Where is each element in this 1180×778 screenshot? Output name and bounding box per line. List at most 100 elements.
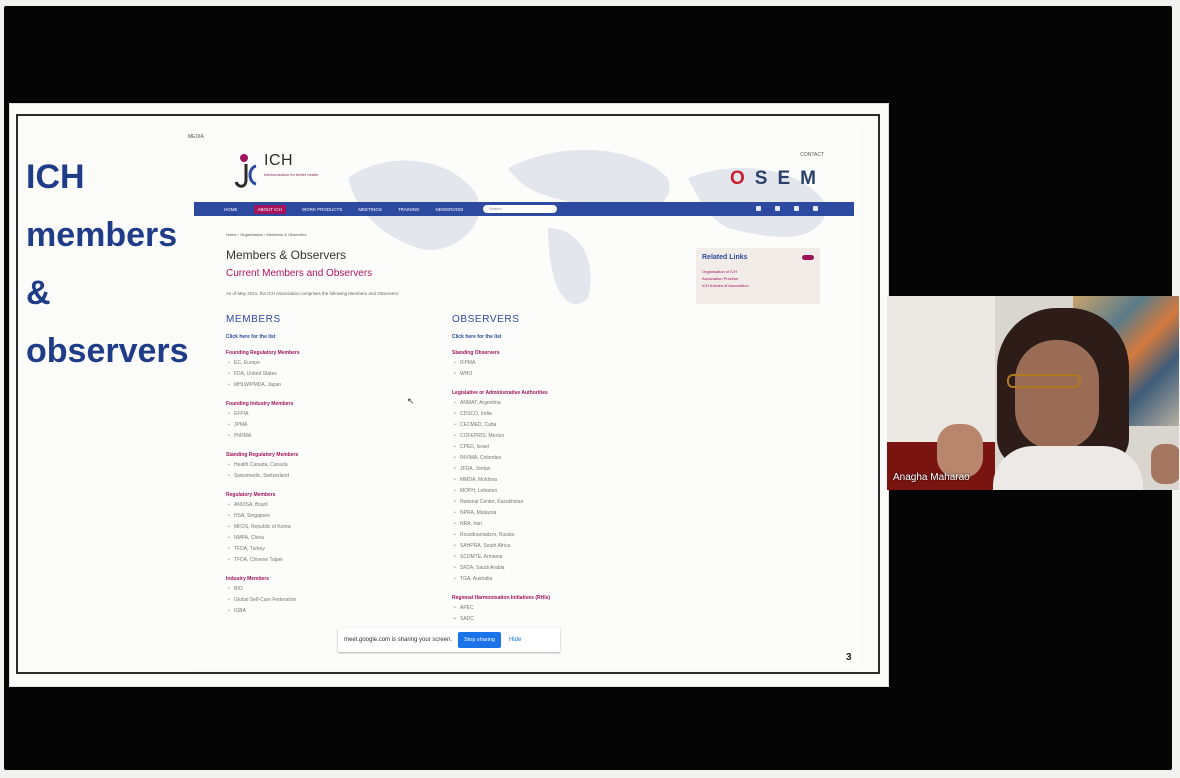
list-item[interactable]: National Center, Kazakhstan (452, 497, 672, 508)
list-item[interactable]: Global Self-Care Federation (226, 595, 446, 606)
list-item[interactable]: CDSCO, India (452, 409, 672, 420)
participant-video-tile[interactable]: Anagha Maharao (887, 296, 1179, 490)
list-item[interactable]: BIO (226, 584, 446, 595)
site-navbar: HOME ABOUT ICH WORK PRODUCTS MEETINGS TR… (194, 202, 854, 216)
list-item[interactable]: APEC (452, 603, 672, 614)
list-item[interactable]: SAHPRA, South Africa (452, 541, 672, 552)
list-item[interactable]: HSA, Singapore (226, 511, 446, 522)
logo-tagline: harmonisation for better health (264, 172, 319, 177)
group-title: Legislative or Administrative Authoritie… (452, 390, 548, 396)
list-item[interactable]: SCDMTE, Armenia (452, 552, 672, 563)
list-item[interactable]: EFPIA (226, 409, 446, 420)
osem-logo: OSEM (730, 168, 826, 189)
intro-text: As of May 2021, the ICH Association comp… (226, 291, 400, 296)
observers-list-link[interactable]: Click here for the list (452, 334, 672, 340)
slide-page-number: 3 (846, 652, 852, 663)
list-item[interactable]: MMDA, Moldova (452, 475, 672, 486)
media-link[interactable]: MEDIA (188, 134, 204, 140)
nav-work-products[interactable]: WORK PRODUCTS (302, 207, 343, 212)
related-links-box: Related Links Organisation of ICH Associ… (696, 248, 820, 304)
twitter-icon[interactable] (775, 206, 780, 211)
list-item[interactable]: WHO (452, 369, 672, 380)
list-item[interactable]: ANMAT, Argentina (452, 398, 672, 409)
slide-title-line: ICH (26, 158, 85, 196)
nav-search-input[interactable]: Search (482, 205, 557, 213)
list-item[interactable]: Roszdravnadzor, Russia (452, 530, 672, 541)
list-item[interactable]: IFPMA (452, 358, 672, 369)
list-item[interactable]: JFDA, Jordan (452, 464, 672, 475)
related-link[interactable]: Association Process (702, 276, 738, 281)
share-status-text: meet.google.com is sharing your screen. (344, 637, 453, 643)
group-title: Standing Observers (452, 350, 500, 356)
list-item[interactable]: EC, Europe (226, 358, 446, 369)
members-list-link[interactable]: Click here for the list (226, 334, 446, 340)
list-item[interactable]: TGA, Australia (452, 574, 672, 585)
nav-meetings[interactable]: MEETINGS (358, 207, 382, 212)
group-title: Regulatory Members (226, 492, 276, 498)
participant-name: Anagha Maharao (893, 472, 970, 483)
breadcrumb[interactable]: Home › Organisation › Members & Observer… (226, 232, 306, 237)
list-item[interactable]: SADC (452, 614, 672, 625)
hide-button[interactable]: Hide (509, 637, 521, 643)
list-item[interactable]: SFDA, Saudi Arabia (452, 563, 672, 574)
nav-home[interactable]: HOME (224, 207, 238, 212)
list-item[interactable]: ANVISA, Brazil (226, 500, 446, 511)
related-badge-icon (802, 255, 814, 260)
screen-share-bar: meet.google.com is sharing your screen. … (338, 628, 560, 652)
website-screenshot: MEDIA CONTACT ICH harmonisation for bett… (188, 128, 858, 668)
list-item[interactable]: NMPA, China (226, 533, 446, 544)
video-background-wall (887, 296, 995, 442)
list-item[interactable]: JPMA (226, 420, 446, 431)
nav-about[interactable]: ABOUT ICH (253, 204, 286, 214)
list-item[interactable]: CECMED, Cuba (452, 420, 672, 431)
list-item[interactable]: Health Canada, Canada (226, 460, 446, 471)
participant-hand (1151, 444, 1179, 484)
stop-sharing-button[interactable]: Stop sharing (458, 632, 501, 648)
list-item[interactable]: TFDA, Chinese Taipei (226, 555, 446, 566)
members-column: MEMBERS Click here for the list Founding… (226, 314, 446, 617)
participant-hand (937, 424, 983, 478)
group-title: Founding Regulatory Members (226, 350, 300, 356)
observers-column: OBSERVERS Click here for the list Standi… (452, 314, 672, 625)
observers-header: OBSERVERS (452, 314, 520, 325)
list-item[interactable]: MOPH, Lebanon (452, 486, 672, 497)
slide-title: ICH members & observers (26, 148, 206, 380)
list-item[interactable]: COFEPRIS, Mexico (452, 431, 672, 442)
group-title: Regional Harmonisation Initiatives (RHIs… (452, 595, 551, 601)
nav-training[interactable]: TRAINING (398, 207, 420, 212)
list-item[interactable]: TFDA, Turkey (226, 544, 446, 555)
list-item[interactable]: FDA, United States (226, 369, 446, 380)
related-links-title: Related Links (702, 254, 748, 261)
contact-link[interactable]: CONTACT (800, 152, 824, 158)
slide-title-line: members (26, 216, 178, 254)
related-link[interactable]: Organisation of ICH (702, 269, 737, 274)
page-subtitle: Current Members and Observers (226, 268, 373, 279)
youtube-icon[interactable] (794, 206, 799, 211)
list-item[interactable]: MHLW/PMDA, Japan (226, 380, 446, 391)
nav-newsroom[interactable]: NEWSROOM (435, 207, 463, 212)
list-item[interactable]: PhRMA (226, 431, 446, 442)
list-item[interactable]: Swissmedic, Switzerland (226, 471, 446, 482)
participant-face (1015, 340, 1099, 450)
members-header: MEMBERS (226, 314, 281, 325)
logo-name: ICH (264, 152, 294, 169)
list-item[interactable]: CPED, Israel (452, 442, 672, 453)
mouse-cursor-icon: ↖ (407, 396, 415, 406)
rss-icon[interactable] (813, 206, 818, 211)
list-item[interactable]: MFDS, Republic of Korea (226, 522, 446, 533)
group-title: Standing Regulatory Members (226, 452, 299, 458)
ich-logo-mark-icon (232, 152, 260, 192)
related-link[interactable]: ICH Articles of Association (702, 283, 749, 288)
list-item[interactable]: IGBA (226, 606, 446, 617)
participant-shirt (993, 446, 1143, 490)
slide-title-line: & (26, 274, 51, 312)
list-item[interactable]: NRA, Iran (452, 519, 672, 530)
linkedin-icon[interactable] (756, 206, 761, 211)
slide-title-line: observers (26, 332, 189, 370)
page-title: Members & Observers (226, 248, 347, 262)
social-links (756, 206, 818, 211)
list-item[interactable]: NPRA, Malaysia (452, 508, 672, 519)
ich-logo[interactable]: ICH harmonisation for better health (232, 152, 318, 192)
list-item[interactable]: INVIMA, Colombia (452, 453, 672, 464)
group-title: Industry Members (226, 576, 270, 582)
